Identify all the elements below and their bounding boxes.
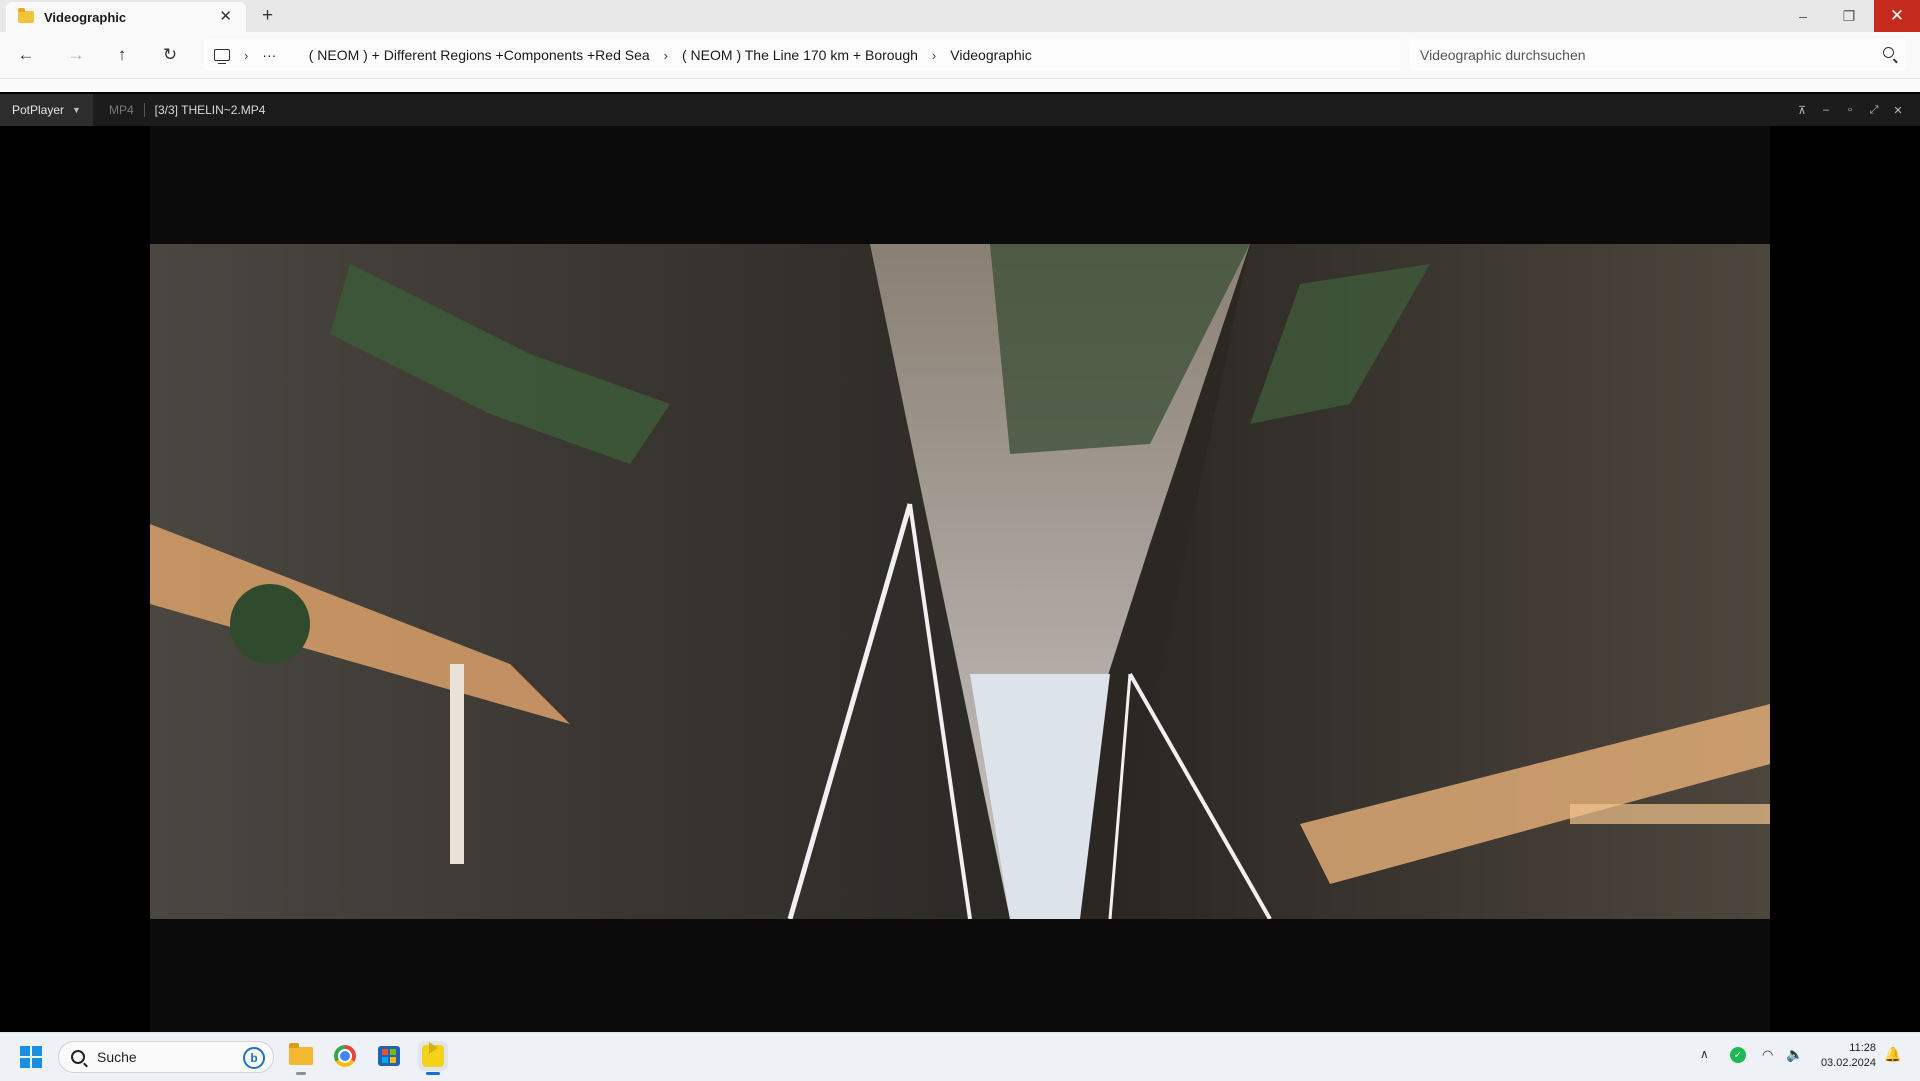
volume-icon[interactable]: 🔈 bbox=[1786, 1046, 1803, 1063]
this-pc-icon[interactable] bbox=[214, 49, 230, 64]
shield-icon[interactable]: ✓ bbox=[1730, 1047, 1746, 1063]
clock-date: 03.02.2024 bbox=[1820, 1057, 1876, 1069]
chevron-down-icon: ▼ bbox=[72, 105, 81, 115]
chevron-right-icon[interactable]: › bbox=[664, 48, 668, 63]
address-bar[interactable]: › ··· › ( NEOM ) + Different Regions +Co… bbox=[204, 39, 1400, 71]
player-close-button[interactable]: ✕ bbox=[1890, 102, 1906, 118]
taskbar-search-box[interactable]: Suche b bbox=[58, 1041, 274, 1073]
store-icon[interactable] bbox=[374, 1041, 404, 1071]
file-explorer-icon[interactable] bbox=[286, 1041, 316, 1075]
forward-button[interactable]: → bbox=[62, 42, 90, 68]
pin-icon[interactable]: ⊼ bbox=[1794, 102, 1810, 118]
player-minimize-button[interactable]: ‒ bbox=[1818, 102, 1834, 118]
search-icon[interactable] bbox=[1883, 47, 1894, 58]
breadcrumb-overflow[interactable]: ··· bbox=[262, 47, 276, 63]
chevron-right-icon[interactable]: › bbox=[932, 48, 936, 63]
search-input[interactable]: Videographic durchsuchen bbox=[1410, 39, 1906, 71]
potplayer-brand-label: PotPlayer bbox=[12, 103, 65, 117]
explorer-content-edge bbox=[0, 78, 1920, 93]
breadcrumb-videographic[interactable]: Videographic bbox=[950, 47, 1031, 63]
taskbar-search-label: Suche bbox=[97, 1049, 137, 1065]
taskbar: Suche b ∧ ✓ ◠ 🔈 11:28 03.02.2024 🔔 bbox=[0, 1032, 1920, 1081]
chrome-icon[interactable] bbox=[330, 1041, 360, 1071]
breadcrumb-the-line[interactable]: ( NEOM ) The Line 170 km + Borough bbox=[682, 47, 918, 63]
bing-icon[interactable]: b bbox=[243, 1047, 265, 1069]
video-area[interactable] bbox=[150, 126, 1770, 1032]
windows-start-icon[interactable] bbox=[20, 1046, 42, 1068]
wifi-icon[interactable]: ◠ bbox=[1762, 1047, 1773, 1063]
notification-bell-icon[interactable]: 🔔 bbox=[1884, 1046, 1901, 1062]
up-button[interactable]: ↑ bbox=[108, 42, 136, 68]
taskbar-clock[interactable]: 11:28 03.02.2024 bbox=[1812, 1041, 1876, 1071]
video-frame[interactable] bbox=[150, 244, 1770, 919]
tab-videographic[interactable]: Videographic ✕ bbox=[6, 2, 246, 32]
divider bbox=[143, 103, 145, 117]
tray-chevron-icon[interactable]: ∧ bbox=[1700, 1047, 1709, 1061]
video-frame-image bbox=[150, 244, 1770, 919]
potplayer-title-bar[interactable]: PotPlayer ▼ MP4 [3/3] THELIN~2.MP4 ⊼ ‒ ▫… bbox=[0, 92, 1920, 126]
new-tab-button[interactable]: + bbox=[262, 5, 273, 27]
fullscreen-icon[interactable]: ⤢ bbox=[1866, 102, 1882, 118]
search-icon bbox=[71, 1050, 85, 1064]
back-button[interactable]: ← bbox=[12, 42, 40, 68]
tab-close-icon[interactable]: ✕ bbox=[219, 7, 232, 25]
format-label: MP4 bbox=[108, 103, 134, 117]
potplayer-icon[interactable] bbox=[418, 1041, 448, 1075]
search-placeholder: Videographic durchsuchen bbox=[1420, 47, 1586, 63]
potplayer-menu-button[interactable]: PotPlayer ▼ bbox=[0, 94, 93, 126]
chevron-right-icon[interactable]: › bbox=[244, 48, 248, 63]
restore-button[interactable]: ❐ bbox=[1826, 0, 1872, 32]
video-title: [3/3] THELIN~2.MP4 bbox=[154, 103, 266, 117]
folder-icon bbox=[18, 8, 34, 23]
potplayer-window[interactable]: PotPlayer ▼ MP4 [3/3] THELIN~2.MP4 ⊼ ‒ ▫… bbox=[0, 92, 1920, 1032]
minimize-button[interactable]: – bbox=[1780, 0, 1826, 32]
explorer-title-bar: Videographic ✕ + – ❐ ✕ bbox=[0, 0, 1920, 32]
player-maximize-button[interactable]: ▫ bbox=[1842, 102, 1858, 118]
breadcrumb-neom-regions[interactable]: ( NEOM ) + Different Regions +Components… bbox=[309, 47, 650, 63]
close-button[interactable]: ✕ bbox=[1874, 0, 1920, 32]
clock-time: 11:28 bbox=[1849, 1042, 1876, 1054]
refresh-button[interactable]: ↻ bbox=[156, 42, 184, 68]
explorer-nav-bar: ← → ↑ ↻ › ··· › ( NEOM ) + Different Reg… bbox=[0, 32, 1920, 78]
tab-label: Videographic bbox=[44, 9, 127, 25]
